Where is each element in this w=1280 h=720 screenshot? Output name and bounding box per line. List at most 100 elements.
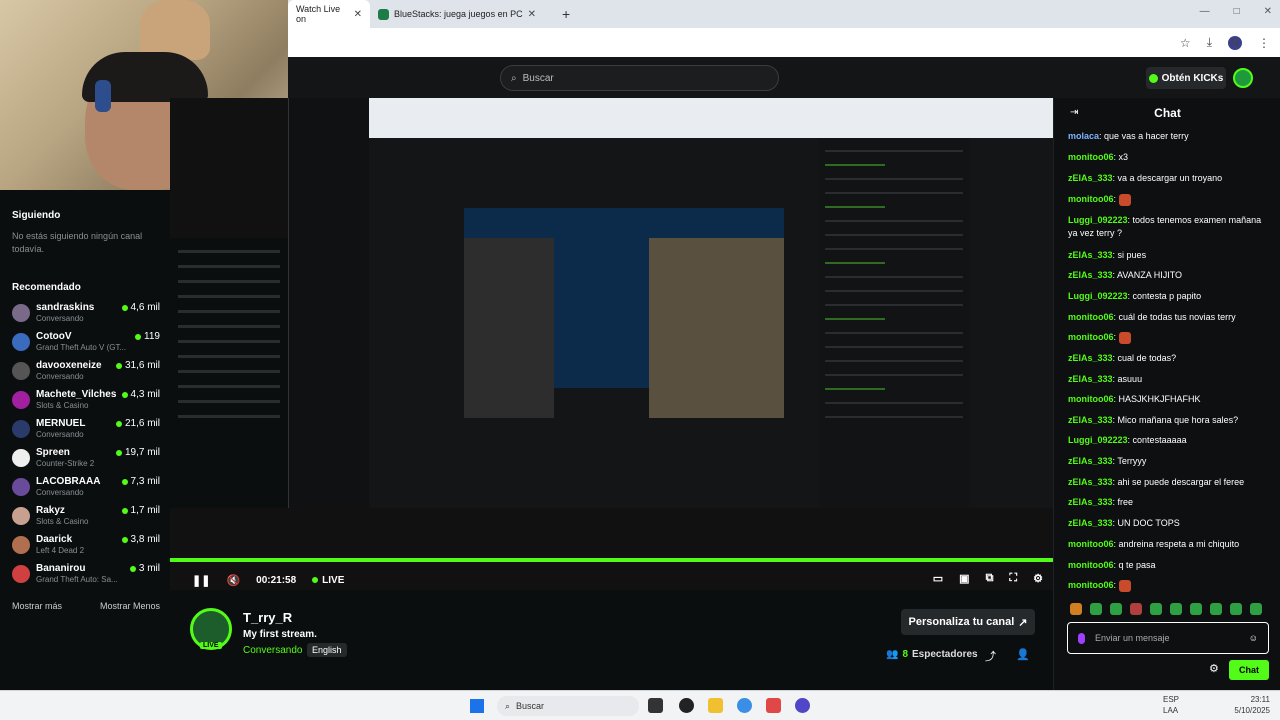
emoji-icon[interactable]: ☺: [1249, 633, 1258, 643]
chat-message: monitoo06: x3: [1068, 151, 1273, 164]
get-kicks-button[interactable]: Obtén KICKs: [1146, 67, 1226, 89]
recommended-channel[interactable]: davooxeneize Conversando 31,6 mil: [12, 360, 160, 384]
emote-icon[interactable]: [1090, 603, 1102, 615]
recommended-channel[interactable]: Rakyz Slots & Casino 1,7 mil: [12, 505, 160, 529]
microphone-icon[interactable]: [1078, 632, 1085, 644]
user-avatar[interactable]: [1233, 68, 1253, 88]
chat-username[interactable]: Luggi_092223: [1068, 215, 1128, 225]
pip-icon[interactable]: ⧉: [986, 572, 994, 585]
app-icon[interactable]: [766, 698, 781, 713]
tab-label: BlueStacks: juega juegos en PC: [394, 9, 523, 19]
chat-message-input[interactable]: Enviar un mensaje ☺: [1067, 622, 1269, 654]
captured-chat: [819, 138, 969, 508]
customize-channel-button[interactable]: Personaliza tu canal ↗: [901, 609, 1035, 635]
chat-username[interactable]: zElAs_333: [1068, 374, 1113, 384]
emote-icon[interactable]: [1130, 603, 1142, 615]
mute-icon[interactable]: 🔇: [226, 574, 240, 587]
recommended-channel[interactable]: CotooV Grand Theft Auto V (GT... 119: [12, 331, 160, 355]
clip-icon[interactable]: ▣: [959, 572, 969, 585]
fullscreen-icon[interactable]: ⛶: [1009, 572, 1017, 585]
recommended-channel[interactable]: Daarick Left 4 Dead 2 3,8 mil: [12, 534, 160, 558]
chat-username[interactable]: zElAs_333: [1068, 415, 1113, 425]
chat-username[interactable]: monitoo06: [1068, 560, 1114, 570]
keyboard-language[interactable]: ESP LAA: [1163, 694, 1179, 716]
download-icon[interactable]: ⤓: [1207, 35, 1212, 50]
maximize-button[interactable]: □: [1234, 6, 1240, 17]
windows-start-icon[interactable]: [470, 699, 484, 713]
emote-icon[interactable]: [1070, 603, 1082, 615]
chat-username[interactable]: Luggi_092223: [1068, 291, 1128, 301]
emote-icon[interactable]: [1250, 603, 1262, 615]
taskbar-search[interactable]: ⌕ Buscar: [497, 696, 639, 716]
recommended-channel[interactable]: sandraskins Conversando 4,6 mil: [12, 302, 160, 326]
stream-category[interactable]: Conversando: [243, 645, 302, 656]
captured-browser-chrome: [369, 98, 1053, 138]
recommended-channel[interactable]: Machete_Vilches Slots & Casino 4,3 mil: [12, 389, 160, 413]
chat-text: cual de todas?: [1117, 353, 1177, 363]
chat-settings-icon[interactable]: ⚙: [1209, 662, 1219, 675]
chat-username[interactable]: molaca: [1068, 131, 1099, 141]
show-more-link[interactable]: Mostrar más: [12, 601, 62, 611]
recommended-channel[interactable]: MERNUEL Conversando 21,6 mil: [12, 418, 160, 442]
task-view-icon[interactable]: [648, 698, 663, 713]
new-tab-button[interactable]: +: [562, 6, 570, 22]
language-tag[interactable]: English: [307, 643, 347, 657]
chat-username[interactable]: Luggi_092223: [1068, 435, 1128, 445]
pause-icon[interactable]: ❚❚: [192, 574, 210, 587]
chat-username[interactable]: zElAs_333: [1068, 173, 1113, 183]
chrome-icon[interactable]: [737, 698, 752, 713]
chat-username[interactable]: monitoo06: [1068, 580, 1114, 590]
close-icon[interactable]: ✕: [528, 9, 536, 20]
chat-message: monitoo06:: [1068, 331, 1273, 344]
emote-icon[interactable]: [1170, 603, 1182, 615]
chat-username[interactable]: monitoo06: [1068, 152, 1114, 162]
chat-username[interactable]: monitoo06: [1068, 394, 1114, 404]
captured-sidebar: [170, 238, 288, 508]
emote-icon[interactable]: [1150, 603, 1162, 615]
bookmark-star-icon[interactable]: ☆: [1180, 36, 1191, 50]
emote-icon[interactable]: [1210, 603, 1222, 615]
profile-avatar[interactable]: N: [1228, 35, 1242, 50]
show-less-link[interactable]: Mostrar Menos: [100, 601, 160, 611]
chat-username[interactable]: zElAs_333: [1068, 477, 1113, 487]
chat-username[interactable]: zElAs_333: [1068, 497, 1113, 507]
chat-username[interactable]: zElAs_333: [1068, 270, 1113, 280]
emote-icon[interactable]: [1190, 603, 1202, 615]
emote-icon[interactable]: [1110, 603, 1122, 615]
search-input[interactable]: ⌕ Buscar: [500, 65, 779, 91]
close-icon[interactable]: ✕: [354, 9, 362, 20]
chat-username[interactable]: zElAs_333: [1068, 250, 1113, 260]
tab-watch-live[interactable]: Watch Live on ✕: [288, 0, 370, 28]
live-progress-bar[interactable]: [170, 558, 1053, 562]
search-placeholder: Buscar: [522, 72, 554, 84]
recommended-channel[interactable]: LACOBRAAA Conversando 7,3 mil: [12, 476, 160, 500]
player-controls: ❚❚ 🔇 00:21:58 LIVE ▭ ▣ ⧉ ⛶ ⚙: [170, 568, 1053, 590]
settings-icon[interactable]: ⚙: [1033, 572, 1043, 585]
chat-text: Mico mañana que hora sales?: [1117, 415, 1239, 425]
tab-bluestacks[interactable]: BlueStacks: juega juegos en PC ✕: [370, 0, 544, 28]
emote-icon[interactable]: [1230, 603, 1242, 615]
channel-name[interactable]: T_rry_R: [243, 610, 292, 625]
chat-send-button[interactable]: Chat: [1229, 660, 1269, 680]
viewer-count-value: 3,8 mil: [130, 534, 160, 545]
close-window-button[interactable]: ✕: [1264, 6, 1272, 17]
chat-username[interactable]: zElAs_333: [1068, 353, 1113, 363]
menu-kebab-icon[interactable]: ⋮: [1258, 36, 1270, 50]
video-player[interactable]: ❚❚ 🔇 00:21:58 LIVE ▭ ▣ ⧉ ⛶ ⚙: [170, 98, 1053, 590]
share-icon[interactable]: ⤴: [985, 648, 996, 664]
clock[interactable]: 23:11 5/10/2025: [1234, 694, 1270, 716]
file-explorer-icon[interactable]: [708, 698, 723, 713]
recommended-channel[interactable]: Bananirou Grand Theft Auto: Sa... 3 mil: [12, 563, 160, 587]
chat-username[interactable]: zElAs_333: [1068, 518, 1113, 528]
chat-username[interactable]: monitoo06: [1068, 194, 1114, 204]
chat-username[interactable]: monitoo06: [1068, 539, 1114, 549]
chat-username[interactable]: zElAs_333: [1068, 456, 1113, 466]
chat-username[interactable]: monitoo06: [1068, 312, 1114, 322]
minimize-button[interactable]: —: [1200, 6, 1210, 17]
recommended-channel[interactable]: Spreen Counter-Strike 2 19,7 mil: [12, 447, 160, 471]
app-icon[interactable]: [679, 698, 694, 713]
theater-mode-icon[interactable]: ▭: [933, 572, 943, 585]
chat-username[interactable]: monitoo06: [1068, 332, 1114, 342]
app-icon[interactable]: [795, 698, 810, 713]
user-settings-icon[interactable]: 👤: [1016, 648, 1030, 661]
